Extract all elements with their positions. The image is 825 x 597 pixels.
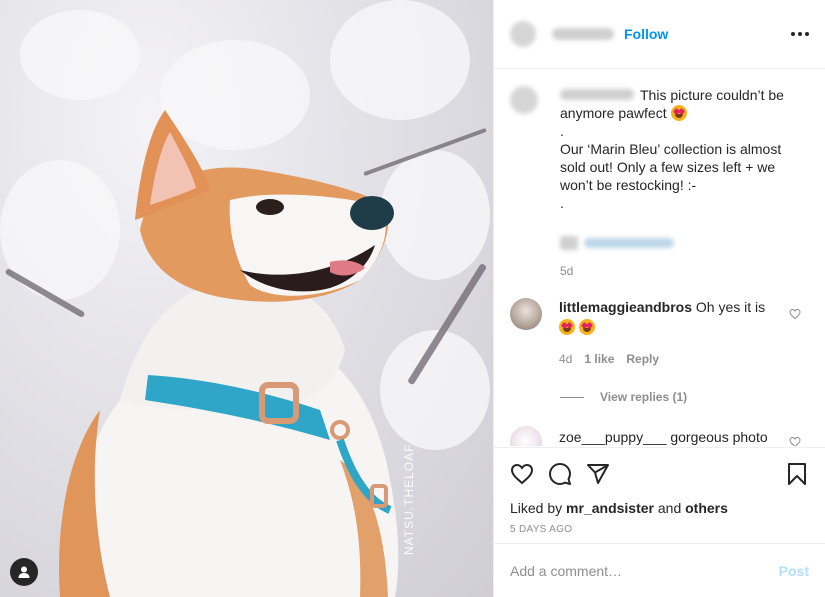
liked-by-user[interactable]: mr_andsister — [566, 500, 654, 516]
caption-username[interactable] — [560, 89, 634, 100]
post-header: Follow — [494, 0, 825, 69]
action-icons — [510, 460, 809, 488]
caption: This picture couldn’t be anymore pawfect… — [510, 86, 809, 278]
add-comment-input[interactable] — [510, 562, 779, 579]
liked-by-others[interactable]: others — [685, 500, 728, 516]
heart-eyes-emoji — [670, 105, 687, 121]
comment-meta: 4d 1 like Reply — [559, 350, 779, 368]
liked-by-prefix: Liked by — [510, 500, 563, 516]
share-icon[interactable] — [586, 462, 610, 486]
add-comment-bar: Post — [494, 543, 825, 597]
heart-icon[interactable] — [510, 462, 534, 486]
reply-button[interactable]: Reply — [626, 350, 659, 368]
comment-age: 4d — [559, 352, 573, 366]
comment-likes[interactable]: 1 like — [584, 350, 614, 368]
view-replies-button[interactable]: View replies (1) — [560, 390, 809, 404]
author-avatar[interactable] — [510, 86, 538, 114]
author-avatar[interactable] — [510, 21, 536, 47]
comment-text: Oh yes it is — [695, 299, 766, 315]
commenter-username[interactable]: littlemaggieandbros — [559, 299, 692, 315]
comment-item: littlemaggieandbros Oh yes it is 4d 1 li… — [510, 298, 809, 368]
view-replies-label: View replies (1) — [600, 390, 688, 404]
caption-text: This picture couldn’t be anymore pawfect — [560, 87, 784, 121]
heart-eyes-emoji — [559, 319, 575, 335]
photo-watermark: NATSU.THELOAF — [402, 443, 416, 555]
post-photo[interactable]: NATSU.THELOAF — [0, 0, 493, 597]
comment-item: zoe___puppy___ gorgeous photo — [510, 426, 809, 446]
heart-eyes-emoji — [578, 319, 595, 335]
more-options-icon[interactable] — [791, 32, 809, 36]
replies-line — [560, 396, 584, 398]
comment-emojis — [559, 318, 779, 336]
comment-text: gorgeous photo — [670, 429, 768, 445]
caption-age: 5d — [560, 264, 574, 278]
commenter-avatar[interactable] — [510, 298, 542, 330]
liked-by: Liked by mr_andsister and others — [510, 500, 809, 516]
user-tag-icon[interactable] — [10, 558, 38, 586]
post-actions: Liked by mr_andsister and others 5 DAYS … — [494, 447, 825, 535]
bookmark-icon[interactable] — [785, 462, 809, 486]
post-button[interactable]: Post — [779, 563, 809, 579]
comments-list[interactable]: This picture couldn’t be anymore pawfect… — [494, 70, 825, 446]
comment-like-heart-icon[interactable] — [789, 436, 801, 446]
follow-button[interactable]: Follow — [624, 26, 668, 42]
caption-mention[interactable] — [560, 236, 792, 250]
comment-icon[interactable] — [548, 462, 572, 486]
commenter-username[interactable]: zoe___puppy___ — [559, 429, 666, 445]
liked-by-and: and — [657, 500, 682, 516]
caption-body: . Our ‘Marin Bleu’ collection is almost … — [560, 123, 782, 211]
post-dialog: NATSU.THELOAF Follow This picture couldn… — [0, 0, 825, 597]
post-side-panel: Follow This picture couldn’t be anymore … — [493, 0, 825, 597]
commenter-avatar[interactable] — [510, 426, 542, 446]
author-username[interactable] — [552, 28, 614, 40]
post-date[interactable]: 5 DAYS AGO — [510, 524, 809, 535]
corgi-illustration — [59, 110, 399, 597]
comment-like-heart-icon[interactable] — [789, 308, 801, 320]
